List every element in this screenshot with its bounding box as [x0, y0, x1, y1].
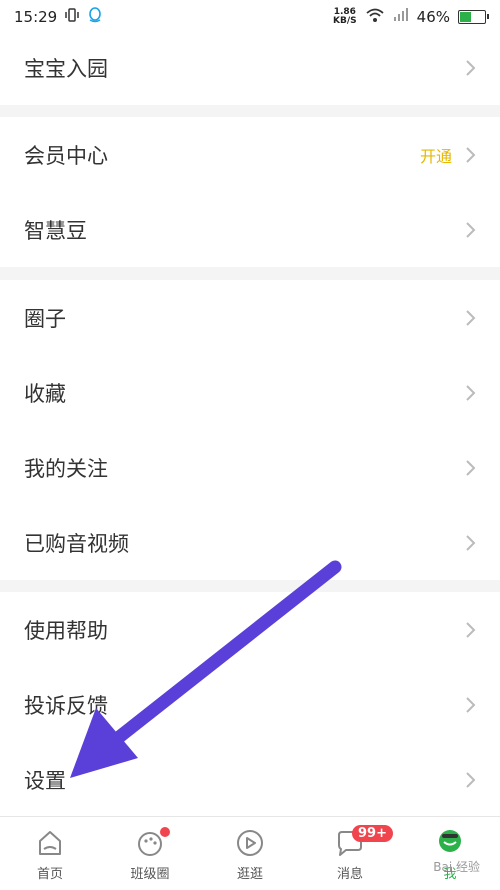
menu-group-2: 会员中心 开通 智慧豆	[0, 117, 500, 267]
tab-class-circle[interactable]: 班级圈	[100, 817, 200, 890]
qq-icon	[87, 7, 103, 27]
chevron-right-icon	[466, 384, 476, 401]
menu-item-favorites[interactable]: 收藏	[0, 355, 500, 430]
network-speed: 1.86 KB/S	[333, 7, 357, 26]
vibrate-icon	[65, 8, 79, 26]
menu-item-wisdom-beans[interactable]: 智慧豆	[0, 192, 500, 267]
menu-item-feedback[interactable]: 投诉反馈	[0, 667, 500, 742]
battery-icon	[458, 10, 489, 24]
chevron-right-icon	[466, 146, 476, 163]
chevron-right-icon	[466, 696, 476, 713]
bottom-tab-bar: 首页 班级圈 逛逛 99+ 消息 我	[0, 816, 500, 890]
menu-item-help[interactable]: 使用帮助	[0, 592, 500, 667]
status-time: 15:29	[14, 8, 58, 26]
tab-messages[interactable]: 99+ 消息	[300, 817, 400, 890]
chevron-right-icon	[466, 534, 476, 551]
home-icon	[39, 831, 61, 855]
play-circle-icon	[237, 830, 263, 856]
menu-item-member-center[interactable]: 会员中心 开通	[0, 117, 500, 192]
chevron-right-icon	[466, 621, 476, 638]
chevron-right-icon	[466, 309, 476, 326]
chevron-right-icon	[466, 59, 476, 76]
activate-link[interactable]: 开通	[420, 143, 452, 167]
menu-group-4: 使用帮助 投诉反馈 设置	[0, 592, 500, 817]
profile-face-icon	[439, 830, 461, 852]
battery-percent: 46%	[416, 8, 450, 26]
signal-icon	[393, 8, 409, 26]
wifi-icon	[365, 7, 385, 27]
menu-item-circle[interactable]: 圈子	[0, 280, 500, 355]
notification-dot	[160, 827, 170, 837]
menu-item-baby-enrollment[interactable]: 宝宝入园	[0, 30, 500, 105]
chevron-right-icon	[466, 459, 476, 476]
menu-group-1: 宝宝入园	[0, 30, 500, 105]
message-badge: 99+	[352, 825, 393, 842]
menu-group-3: 圈子 收藏 我的关注 已购音视频	[0, 280, 500, 580]
tab-home[interactable]: 首页	[0, 817, 100, 890]
watermark: Bai 经验	[433, 860, 480, 874]
menu-item-following[interactable]: 我的关注	[0, 430, 500, 505]
tab-browse[interactable]: 逛逛	[200, 817, 300, 890]
status-bar: 15:29 1.86 KB/S 46%	[0, 0, 500, 34]
menu-item-purchased-media[interactable]: 已购音视频	[0, 505, 500, 580]
menu-item-settings[interactable]: 设置	[0, 742, 500, 817]
tab-me[interactable]: 我	[400, 817, 500, 890]
chevron-right-icon	[466, 221, 476, 238]
chevron-right-icon	[466, 771, 476, 788]
